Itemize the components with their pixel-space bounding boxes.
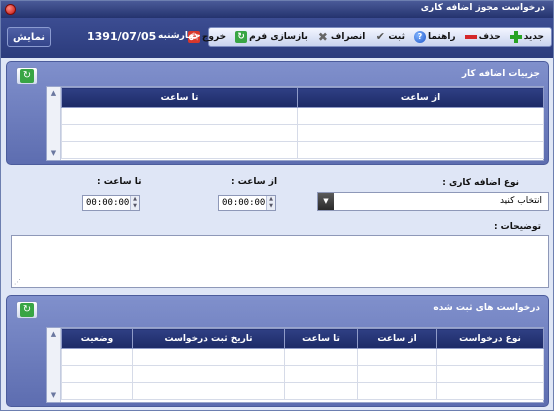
- delete-button-label: حذف: [478, 32, 501, 42]
- spin-down-icon[interactable]: ▼: [131, 203, 139, 210]
- requests-header-row: وضعیت تاریخ ثبت درخواست تا ساعت از ساعت …: [61, 328, 544, 349]
- scroll-up-icon[interactable]: ▲: [49, 89, 58, 98]
- spin-down-icon[interactable]: ▼: [267, 203, 275, 210]
- close-icon[interactable]: [5, 4, 16, 15]
- plus-icon: [509, 31, 522, 43]
- date-label: 1391/07/05: [87, 30, 157, 43]
- submit-button[interactable]: ✔ ثبت: [371, 29, 408, 45]
- overtime-type-value: انتخاب کنید: [499, 196, 542, 206]
- table-row[interactable]: [61, 348, 544, 366]
- delete-button[interactable]: حذف: [462, 29, 504, 45]
- help-button-label: راهنما: [428, 32, 456, 42]
- resize-grip-icon[interactable]: ⋰: [14, 278, 21, 286]
- scroll-up-icon[interactable]: ▲: [49, 330, 58, 339]
- requests-grid: ▲ ▼ وضعیت تاریخ ثبت درخواست تا ساعت از س…: [46, 327, 544, 403]
- requests-grid-scrollbar[interactable]: ▲ ▼: [47, 328, 61, 402]
- from-time-value: 00:00:00: [222, 198, 266, 208]
- details-panel: جزییات اضافه کار ↻ ▲ ▼ تا ساعت از ساعت: [6, 61, 549, 165]
- requests-panel: درخواست های ثبت شده ↻ ▲ ▼ وضعیت تاریخ ثب…: [6, 295, 549, 407]
- details-grid: ▲ ▼ تا ساعت از ساعت: [46, 86, 544, 161]
- minus-icon: [464, 31, 477, 43]
- details-refresh-button[interactable]: ↻: [16, 67, 38, 85]
- spin-up-icon[interactable]: ▲: [131, 196, 139, 203]
- to-time-label: تا ساعت :: [97, 177, 142, 187]
- requests-col-from[interactable]: از ساعت: [357, 328, 437, 349]
- new-button-label: جدید: [523, 32, 544, 42]
- app-window: درخواست مجوز اضافه کاری جدید حذف ? راهنم…: [0, 0, 554, 411]
- title-bar: درخواست مجوز اضافه کاری: [1, 1, 553, 18]
- toolbar-button-group: جدید حذف ? راهنما ✔ ثبت ✖ انصراف ↻ بازسا…: [187, 27, 552, 47]
- details-col-from[interactable]: از ساعت: [297, 87, 544, 108]
- table-row[interactable]: [61, 365, 544, 383]
- spin-up-icon[interactable]: ▲: [267, 196, 275, 203]
- requests-col-status[interactable]: وضعیت: [61, 328, 133, 349]
- details-panel-title: جزییات اضافه کار: [461, 69, 540, 79]
- overtime-type-select[interactable]: انتخاب کنید ▼: [317, 192, 549, 211]
- show-button[interactable]: نمایش: [7, 27, 51, 47]
- submit-button-label: ثبت: [388, 32, 405, 42]
- exit-button-label: خروج: [201, 32, 227, 42]
- scroll-down-icon[interactable]: ▼: [49, 149, 58, 158]
- from-time-label: از ساعت :: [231, 177, 278, 187]
- window-title: درخواست مجوز اضافه کاری: [420, 3, 545, 13]
- notes-textarea[interactable]: ⋰: [11, 235, 549, 288]
- details-grid-scrollbar[interactable]: ▲ ▼: [47, 87, 61, 160]
- details-col-to[interactable]: تا ساعت: [61, 87, 298, 108]
- requests-col-to[interactable]: تا ساعت: [284, 328, 358, 349]
- details-header-row: تا ساعت از ساعت: [61, 87, 544, 108]
- refresh-icon: ↻: [20, 303, 34, 317]
- refresh-icon: ↻: [20, 69, 34, 83]
- chevron-down-icon[interactable]: ▼: [318, 193, 334, 210]
- table-row[interactable]: [61, 107, 544, 125]
- refresh-icon: ↻: [235, 31, 248, 43]
- cancel-button-label: انصراف: [330, 32, 366, 42]
- check-icon: ✔: [375, 30, 386, 43]
- table-row[interactable]: [61, 141, 544, 159]
- to-time-spinner[interactable]: ▲ ▼: [130, 196, 139, 210]
- new-button[interactable]: جدید: [507, 29, 547, 45]
- requests-col-date[interactable]: تاریخ ثبت درخواست: [132, 328, 285, 349]
- overtime-type-label: نوع اضافه کاری :: [442, 178, 519, 188]
- reset-form-button[interactable]: ↻ بازسازی فرم: [232, 29, 311, 45]
- requests-table: وضعیت تاریخ ثبت درخواست تا ساعت از ساعت …: [61, 328, 544, 400]
- table-row[interactable]: [61, 382, 544, 400]
- requests-panel-title: درخواست های ثبت شده: [433, 303, 540, 313]
- table-row[interactable]: [61, 124, 544, 142]
- toolbar: جدید حذف ? راهنما ✔ ثبت ✖ انصراف ↻ بازسا…: [1, 18, 553, 58]
- to-time-input[interactable]: 00:00:00 ▲ ▼: [82, 195, 140, 211]
- scroll-down-icon[interactable]: ▼: [49, 391, 58, 400]
- weekday-label: چهارشنبه: [158, 31, 201, 41]
- reset-form-button-label: بازسازی فرم: [249, 32, 308, 42]
- notes-label: توضیحات :: [493, 222, 541, 232]
- help-button[interactable]: ? راهنما: [411, 29, 459, 45]
- to-time-value: 00:00:00: [86, 198, 130, 208]
- cancel-button[interactable]: ✖ انصراف: [314, 29, 368, 45]
- cancel-icon: ✖: [317, 30, 328, 44]
- help-icon: ?: [414, 31, 426, 43]
- from-time-input[interactable]: 00:00:00 ▲ ▼: [218, 195, 276, 211]
- requests-col-type[interactable]: نوع درخواست: [436, 328, 544, 349]
- requests-refresh-button[interactable]: ↻: [16, 301, 38, 319]
- from-time-spinner[interactable]: ▲ ▼: [266, 196, 275, 210]
- details-table: تا ساعت از ساعت: [61, 87, 544, 159]
